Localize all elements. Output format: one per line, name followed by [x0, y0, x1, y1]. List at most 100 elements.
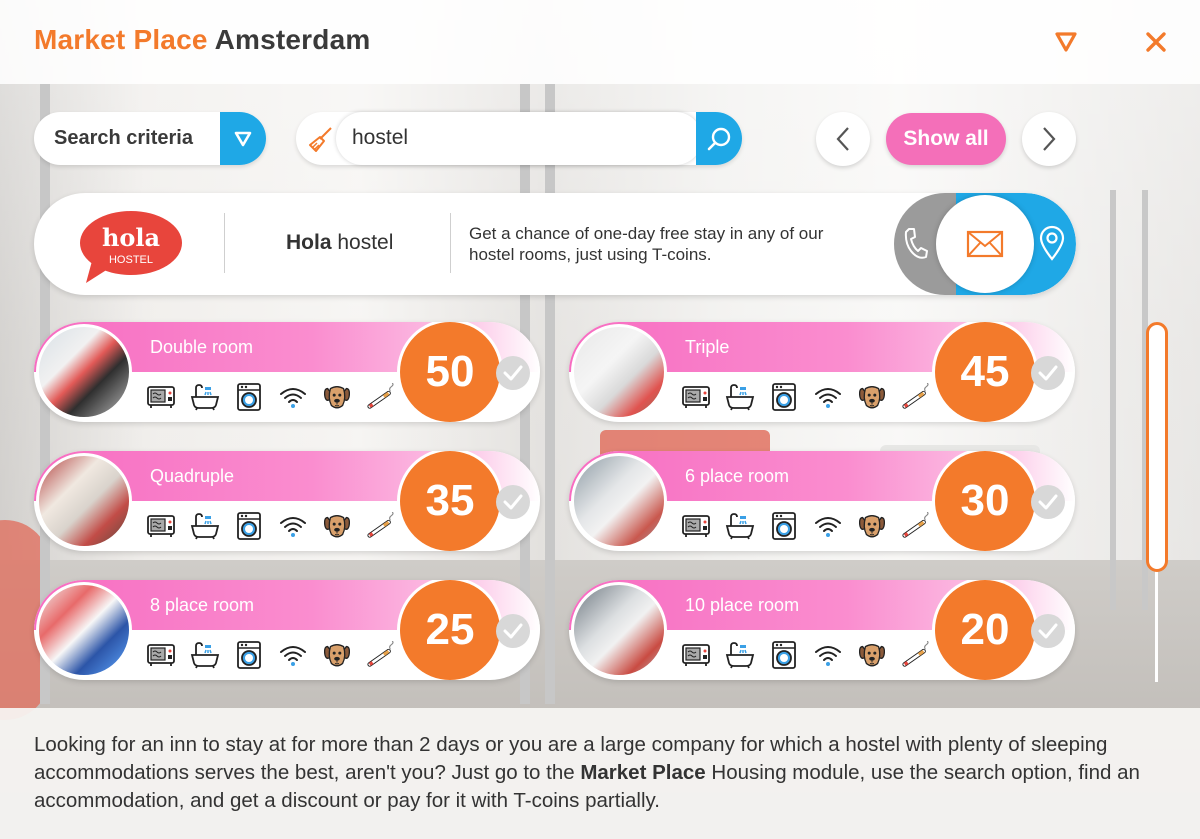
washing-machine-icon: [769, 511, 799, 541]
next-button[interactable]: [1022, 112, 1076, 166]
bathtub-icon: [190, 511, 220, 541]
wifi-icon: [813, 640, 843, 670]
select-check-icon[interactable]: [496, 614, 530, 648]
select-check-icon[interactable]: [1031, 485, 1065, 519]
room-name: Double room: [150, 337, 254, 357]
amenity-icons: [681, 382, 931, 412]
room-photo: [571, 453, 667, 549]
washing-machine-icon: [234, 382, 264, 412]
room-price: 20: [935, 580, 1035, 680]
room-photo: [36, 324, 132, 420]
room-name: Quadruple: [150, 466, 235, 486]
room-photo: [571, 324, 667, 420]
page-title: Market Place Amsterdam: [34, 24, 370, 56]
search-input[interactable]: [352, 126, 682, 150]
washing-machine-icon: [234, 511, 264, 541]
close-icon[interactable]: [1142, 28, 1170, 56]
amenity-icons: [146, 640, 396, 670]
room-price: 35: [400, 451, 500, 551]
title-city: Amsterdam: [214, 24, 371, 55]
vendor-card[interactable]: hola HOSTEL Hola hostel Get a chance of …: [34, 193, 1076, 295]
dog-icon: [857, 640, 887, 670]
wifi-icon: [278, 640, 308, 670]
mail-button[interactable]: [936, 195, 1034, 293]
microwave-icon: [146, 511, 176, 541]
microwave-icon: [681, 640, 711, 670]
cigarette-icon: [366, 382, 396, 412]
mail-icon: [966, 230, 1004, 258]
room-card[interactable]: 6 place room 30: [569, 451, 1075, 551]
amenity-icons: [146, 382, 396, 412]
vendor-description: Get a chance of one-day free stay in any…: [469, 224, 824, 264]
room-name: 6 place room: [685, 466, 790, 486]
select-check-icon[interactable]: [1031, 356, 1065, 390]
amenity-icons: [681, 640, 931, 670]
room-price: 45: [935, 322, 1035, 422]
room-card[interactable]: 8 place room 25: [34, 580, 540, 680]
dog-icon: [857, 382, 887, 412]
room-photo: [36, 582, 132, 678]
show-all-button[interactable]: Show all: [886, 113, 1006, 165]
title-accent: Market Place: [34, 24, 208, 55]
location-pin-icon: [1039, 225, 1065, 261]
scrollbar-thumb[interactable]: [1146, 322, 1168, 572]
phone-icon: [904, 228, 928, 259]
room-card[interactable]: Double room 50: [34, 322, 540, 422]
washing-machine-icon: [234, 640, 264, 670]
previous-button[interactable]: [816, 112, 870, 166]
broom-clear-icon[interactable]: [304, 122, 338, 156]
chevron-left-icon: [836, 127, 849, 151]
svg-text:HOSTEL: HOSTEL: [109, 254, 153, 266]
room-name: Triple: [685, 337, 730, 357]
bathtub-icon: [725, 640, 755, 670]
microwave-icon: [681, 382, 711, 412]
wifi-icon: [278, 382, 308, 412]
room-price: 50: [400, 322, 500, 422]
room-photo: [571, 582, 667, 678]
bathtub-icon: [190, 640, 220, 670]
svg-text:hola: hola: [102, 223, 160, 252]
contact-buttons: [894, 193, 1076, 295]
wifi-icon: [813, 382, 843, 412]
bathtub-icon: [190, 382, 220, 412]
search-bar: [296, 112, 742, 165]
microwave-icon: [681, 511, 711, 541]
dog-icon: [322, 640, 352, 670]
cigarette-icon: [366, 640, 396, 670]
bathtub-icon: [725, 511, 755, 541]
cigarette-icon: [901, 382, 931, 412]
room-name: 10 place room: [685, 595, 800, 615]
info-footer: Looking for an inn to stay at for more t…: [0, 708, 1200, 839]
select-check-icon[interactable]: [1031, 614, 1065, 648]
wifi-icon: [278, 511, 308, 541]
room-price: 25: [400, 580, 500, 680]
chevron-right-icon: [1043, 127, 1056, 151]
room-card[interactable]: Quadruple 35: [34, 451, 540, 551]
cigarette-icon: [901, 511, 931, 541]
search-input-wrapper: [336, 112, 702, 165]
search-criteria-dropdown[interactable]: Search criteria: [34, 112, 266, 165]
washing-machine-icon: [769, 382, 799, 412]
select-check-icon[interactable]: [496, 485, 530, 519]
hola-hostel-logo: hola HOSTEL: [78, 209, 184, 285]
header-bar: Market Place Amsterdam: [0, 0, 1200, 84]
cigarette-icon: [901, 640, 931, 670]
amenity-icons: [681, 511, 931, 541]
divider: [224, 213, 225, 273]
divider: [450, 213, 451, 273]
room-card[interactable]: Triple 45: [569, 322, 1075, 422]
room-photo: [36, 453, 132, 549]
bathtub-icon: [725, 382, 755, 412]
vendor-name: Hola hostel: [286, 231, 394, 254]
washing-machine-icon: [769, 640, 799, 670]
triangle-down-icon[interactable]: [1052, 28, 1080, 56]
cigarette-icon: [366, 511, 396, 541]
search-criteria-label: Search criteria: [54, 127, 193, 149]
amenity-icons: [146, 511, 396, 541]
select-check-icon[interactable]: [496, 356, 530, 390]
footer-text: Looking for an inn to stay at for more t…: [34, 733, 1140, 812]
room-card[interactable]: 10 place room 20: [569, 580, 1075, 680]
microwave-icon: [146, 640, 176, 670]
dog-icon: [857, 511, 887, 541]
dog-icon: [322, 511, 352, 541]
